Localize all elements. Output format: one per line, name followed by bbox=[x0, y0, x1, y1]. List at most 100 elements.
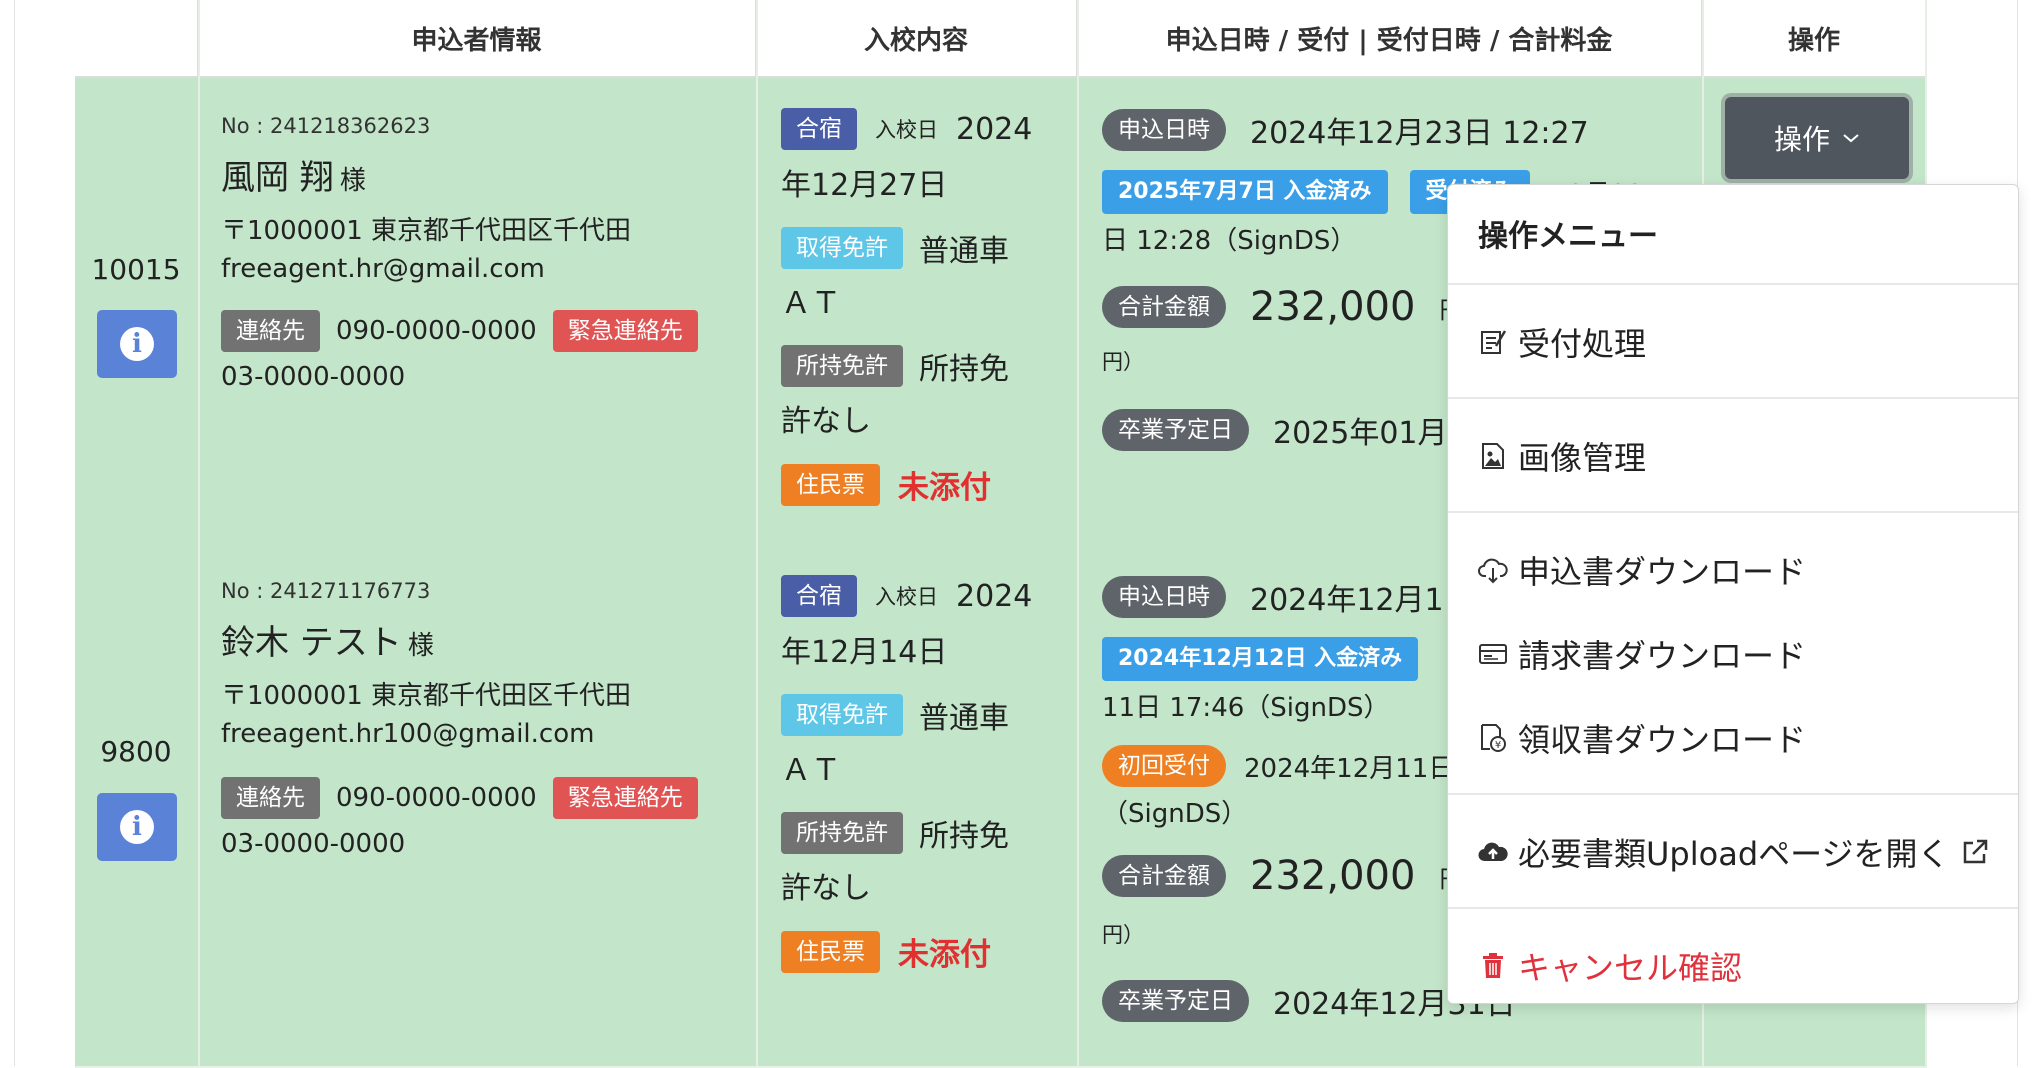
header-course: 入校内容 bbox=[756, 0, 1077, 78]
start-date-l1: 2024 bbox=[956, 578, 1033, 614]
menu-item-cancel-confirm[interactable]: キャンセル確認 bbox=[1478, 943, 1742, 989]
menu-item-open-upload-page[interactable]: 必要書類Uploadページを開く bbox=[1478, 829, 1990, 875]
column-divider bbox=[1077, 0, 1079, 1066]
menu-item-application-download[interactable]: 申込書ダウンロード bbox=[1478, 547, 1806, 593]
header-id bbox=[75, 0, 198, 78]
menu-item-receipt-download[interactable]: ¥ 領収書ダウンロード bbox=[1478, 715, 1806, 761]
grad-pill: 卒業予定日 bbox=[1102, 980, 1249, 1022]
applied-at: 2024年12月1 bbox=[1250, 583, 1444, 618]
emergency-phone: 03-0000-0000 bbox=[221, 829, 406, 859]
own-l1: 所持免 bbox=[919, 819, 1009, 854]
address: 〒1000001 東京都千代田区千代田 bbox=[221, 216, 632, 246]
total-line: 合計金額 232,000 円 bbox=[1102, 853, 1463, 899]
start-label: 入校日 bbox=[875, 585, 938, 609]
receipt-yen-icon: ¥ bbox=[1478, 723, 1508, 753]
total-pill: 合計金額 bbox=[1102, 286, 1226, 328]
applicant-name: 風岡 翔様 bbox=[221, 150, 366, 199]
cloud-download-icon bbox=[1478, 555, 1508, 585]
first-accept-at: 2024年12月11日 bbox=[1244, 753, 1455, 784]
receipt-edit-icon bbox=[1478, 327, 1508, 357]
yen-note: 円） bbox=[1102, 350, 1144, 374]
applied-pill: 申込日時 bbox=[1102, 109, 1226, 151]
license-l1: 普通車 bbox=[919, 234, 1009, 269]
menu-item-label: 画像管理 bbox=[1518, 439, 1647, 477]
row-id: 10015 bbox=[91, 253, 181, 286]
yen-note: 円） bbox=[1102, 923, 1144, 947]
applicant-name-text: 鈴木 テスト bbox=[221, 623, 402, 663]
operation-menu: 操作メニュー 受付処理 画像管理 申込書ダウンロード 請求書ダウンロード ¥ 領… bbox=[1447, 184, 2019, 1004]
menu-divider bbox=[1448, 511, 2018, 513]
license-l1: 普通車 bbox=[919, 701, 1009, 736]
resident-status: 未添付 bbox=[898, 470, 991, 506]
own-l2: 許なし bbox=[781, 871, 871, 906]
menu-divider bbox=[1448, 397, 2018, 399]
grad-pill: 卒業予定日 bbox=[1102, 409, 1249, 451]
contact-line: 連絡先 090-0000-0000 緊急連絡先 bbox=[221, 777, 698, 819]
emergency-phone: 03-0000-0000 bbox=[221, 362, 406, 392]
total-amount: 232,000 bbox=[1250, 284, 1416, 330]
own-license-badge: 所持免許 bbox=[781, 345, 903, 387]
applicant-name-text: 風岡 翔 bbox=[221, 158, 334, 198]
menu-title: 操作メニュー bbox=[1478, 219, 1658, 254]
email-link[interactable]: freeagent.hr100@gmail.com bbox=[221, 719, 594, 749]
applied-line: 申込日時 2024年12月1 bbox=[1102, 575, 1444, 619]
operation-dropdown-button[interactable]: 操作 bbox=[1725, 97, 1909, 179]
own-l2: 許なし bbox=[781, 404, 871, 439]
start-date-l2: 年12月14日 bbox=[781, 635, 948, 670]
phone: 090-0000-0000 bbox=[336, 316, 537, 346]
course-start: 合宿 入校日 2024 bbox=[781, 575, 1032, 617]
svg-text:¥: ¥ bbox=[1495, 740, 1501, 751]
stay-badge: 合宿 bbox=[781, 575, 857, 617]
contact-badge: 連絡先 bbox=[221, 777, 320, 819]
menu-divider bbox=[1448, 793, 2018, 795]
phone: 090-0000-0000 bbox=[336, 783, 537, 813]
own-l1: 所持免 bbox=[919, 352, 1009, 387]
info-icon: i bbox=[120, 810, 154, 844]
chevron-down-icon bbox=[1843, 134, 1859, 143]
license-line: 取得免許 普通車 bbox=[781, 226, 1009, 270]
total-amount: 232,000 bbox=[1250, 853, 1416, 899]
applied-at: 2024年12月23日 12:27 bbox=[1250, 116, 1589, 151]
first-accept-line: 初回受付 2024年12月11日 bbox=[1102, 745, 1454, 787]
stay-badge: 合宿 bbox=[781, 108, 857, 150]
header-dates: 申込日時 / 受付 | 受付日時 / 合計料金 bbox=[1077, 0, 1702, 78]
application-number: No : 241271176773 bbox=[221, 579, 431, 603]
start-label: 入校日 bbox=[875, 118, 938, 142]
first-accept-pill: 初回受付 bbox=[1102, 745, 1226, 787]
header-applicant: 申込者情報 bbox=[198, 0, 756, 78]
own-license-line: 所持免許 所持免 bbox=[781, 344, 1009, 388]
applied-pill: 申込日時 bbox=[1102, 576, 1226, 618]
license-l2: ＡＴ bbox=[781, 753, 841, 788]
first-accept-source: （SignDS） bbox=[1102, 799, 1248, 829]
license-badge: 取得免許 bbox=[781, 694, 903, 736]
menu-item-label: 領収書ダウンロード bbox=[1518, 721, 1807, 759]
menu-item-label: 請求書ダウンロード bbox=[1518, 637, 1807, 675]
address: 〒1000001 東京都千代田区千代田 bbox=[221, 681, 632, 711]
external-link-icon bbox=[1960, 837, 1990, 867]
menu-item-reception[interactable]: 受付処理 bbox=[1478, 319, 1646, 365]
grad-date: 2025年01月 bbox=[1273, 416, 1448, 451]
row-id: 9800 bbox=[100, 735, 172, 768]
menu-item-label: 受付処理 bbox=[1518, 325, 1647, 363]
applied-line: 申込日時 2024年12月23日 12:27 bbox=[1102, 108, 1589, 152]
application-number: No : 241218362623 bbox=[221, 114, 431, 138]
menu-item-image-management[interactable]: 画像管理 bbox=[1478, 433, 1646, 479]
license-l2: ＡＴ bbox=[781, 286, 841, 321]
emergency-badge: 緊急連絡先 bbox=[552, 310, 698, 352]
menu-divider bbox=[1448, 283, 2018, 285]
contact-badge: 連絡先 bbox=[221, 310, 320, 352]
applicant-name: 鈴木 テスト様 bbox=[221, 615, 434, 664]
email-link[interactable]: freeagent.hr@gmail.com bbox=[221, 254, 545, 284]
total-line: 合計金額 232,000 円 bbox=[1102, 284, 1463, 330]
menu-item-invoice-download[interactable]: 請求書ダウンロード bbox=[1478, 631, 1806, 677]
table-row bbox=[75, 1047, 1927, 1068]
info-button[interactable]: i bbox=[97, 793, 177, 861]
column-divider bbox=[756, 0, 758, 1066]
paid-badge: 2025年7月7日 入金済み bbox=[1102, 170, 1388, 214]
resident-badge: 住民票 bbox=[781, 930, 880, 973]
own-license-badge: 所持免許 bbox=[781, 812, 903, 854]
info-button[interactable]: i bbox=[97, 310, 177, 378]
resident-line: 住民票 未添付 bbox=[781, 929, 991, 974]
cloud-upload-icon bbox=[1478, 837, 1508, 867]
menu-item-label: 申込書ダウンロード bbox=[1518, 553, 1807, 591]
